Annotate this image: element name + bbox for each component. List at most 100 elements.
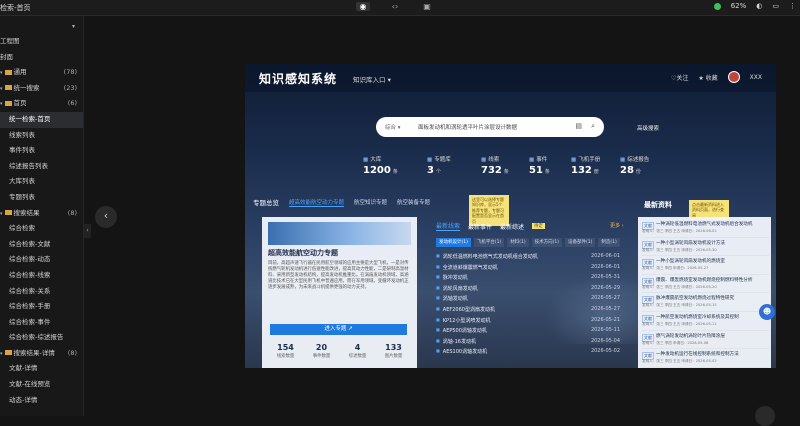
material-item[interactable]: 文献 燃气涡轮发动机涡轮叶片热障涂层 发明人：张三 李四 申请日：2026-05-0…	[642, 331, 769, 350]
filter-chip[interactable]: 发动机设计(1)	[436, 238, 471, 247]
sidebar-item[interactable]: 综合检索-文献	[0, 237, 83, 253]
status-dot-icon	[713, 2, 721, 10]
sidebar-item[interactable]: 综合检索-综述报告	[0, 330, 83, 346]
filter-chip[interactable]: 制造(1)	[598, 238, 620, 247]
chevron-down-icon[interactable]: ▾	[72, 23, 75, 30]
sidebar-item[interactable]: 综合检索-关系	[0, 284, 83, 300]
search-icon[interactable]: ⌕	[591, 122, 595, 131]
assistant-bot-icon[interactable]: ☻	[759, 304, 775, 320]
sidebar-item[interactable]: ▾ 统一搜索 (23)	[0, 81, 83, 97]
stat-label-text: 线索	[488, 157, 500, 163]
sidebar-item[interactable]: 线索列表	[0, 128, 83, 144]
sidebar-item[interactable]: 事件列表	[0, 143, 83, 159]
sidebar-item[interactable]: 动态-详情	[0, 393, 83, 409]
sidebar-item[interactable]: 大库列表	[0, 174, 83, 190]
caret-down-icon[interactable]: ▾	[0, 207, 3, 223]
material-item[interactable]: 文献 一种涡轮低温燃料电池燃气式发动机组合发动机 发明人：张三 李四 王五 申请日：…	[642, 219, 769, 238]
list-item[interactable]: 涡轮低温燃料电池燃气式发动机组合发动机 2026-06-01	[436, 251, 620, 262]
sidebar-item[interactable]: 专题列表	[0, 190, 83, 206]
material-item[interactable]: 文献 一种航空发动机燃烧室冷却系统及其控制 发明人：张三 李四 王五 申请日：202…	[642, 312, 769, 331]
avatar[interactable]	[727, 71, 740, 83]
filter-chip[interactable]: 材料(1)	[507, 238, 529, 247]
sidebar-item[interactable]: 综合检索-动态	[0, 252, 83, 268]
tab-topic-1[interactable]: 超高效能航空动力专题	[289, 198, 345, 207]
code-icon[interactable]: ‹›	[388, 2, 402, 11]
kpi-number: 20	[315, 343, 328, 352]
sidebar-item-label: 通用	[13, 68, 27, 77]
comment-icon[interactable]: ◉	[356, 2, 370, 11]
stat-item[interactable]: ▦ 飞机手册 132 册	[571, 155, 621, 176]
material-item[interactable]: 文献 爆震、爆轰燃烧室发动机燃烧控制燃料特性分析 发明人：张三 李四 王五 申请日：…	[642, 275, 769, 294]
search-scope-select[interactable]: 综合 ▾	[385, 123, 401, 131]
sidebar-item[interactable]: 综述报告列表	[0, 159, 83, 175]
collapse-sidebar-handle[interactable]: ‹	[84, 224, 91, 238]
list-item-date: 2026-05-11	[590, 327, 620, 334]
filter-chip[interactable]: 技术方向(1)	[531, 238, 562, 247]
sidebar-item[interactable]: ▾ 搜索结果-详情 (8)	[0, 346, 83, 362]
sidebar-item[interactable]: 文献-在线预览	[0, 377, 83, 393]
list-item[interactable]: 全流道斜爆震燃气发动机 2026-06-01	[436, 262, 620, 273]
sidebar-item[interactable]: 文献-详情	[0, 361, 83, 377]
material-item[interactable]: 文献 一种小型涡轮风扇发动机设计方法 发明人：张三 李四 王五 申请日：2026-0…	[642, 238, 769, 257]
collect-button[interactable]: ★ 收藏	[698, 73, 717, 82]
list-item[interactable]: KP12小型涡喷发动机 2026-05-21	[436, 315, 620, 326]
caret-down-icon[interactable]: ▾	[0, 66, 3, 82]
material-item[interactable]: 文献 一种小型涡轮风扇发动机的燃烧室 发明人：张三 李四 申请日：2026-05-2…	[642, 256, 769, 275]
caret-down-icon[interactable]: ▾	[0, 97, 3, 113]
stat-item[interactable]: ▦ 专题库 3 个	[427, 155, 477, 176]
stat-item[interactable]: ▦ 综述报告 28 份	[620, 155, 670, 176]
sidebar-item[interactable]: 综合检索-手册	[0, 299, 83, 315]
inspect-icon[interactable]: ▣	[420, 2, 434, 11]
favorite-button[interactable]: ♡关注	[671, 73, 688, 82]
material-item[interactable]: 文献 脉冲爆震航空发动机燃烧过程特性研究 发明人：张三 李四 王五 申请日：2026…	[642, 293, 769, 312]
caret-down-icon[interactable]: ▾	[0, 347, 3, 363]
sidebar-item[interactable]: 综合检索-事件	[0, 315, 83, 331]
next-page-button[interactable]	[755, 406, 775, 426]
username[interactable]: XXX	[750, 74, 762, 81]
enter-topic-button[interactable]: 进入专题 ↗	[270, 324, 407, 335]
stat-unit: 条	[503, 169, 509, 175]
sidebar-item[interactable]: ▾ 搜索结果 (8)	[0, 206, 83, 222]
list-item[interactable]: AEP500涡轴发动机 2026-05-11	[436, 325, 620, 336]
list-item[interactable]: AES100涡轴发动机 2026-05-02	[436, 346, 620, 357]
material-title: 一种小型涡轮风扇发动机设计方法	[656, 240, 725, 246]
window-layout-icon[interactable]: ▭	[772, 2, 779, 10]
list-item-title: 涡轴发动机	[442, 296, 468, 303]
library-entry-dropdown[interactable]: 知识库入口 ▾	[353, 74, 391, 84]
sidebar-item[interactable]: 综合检索	[0, 221, 83, 237]
chevron-left-icon: ‹	[103, 209, 109, 222]
material-item[interactable]: 文献 一种发动机运行在线控制系统和控制方法 发明人：张三 李四 王五 申请日：202…	[642, 349, 769, 368]
stat-item[interactable]: ▦ 线索 732 条	[481, 155, 531, 176]
list-item[interactable]: 涡轮风扇发动机 2026-05-29	[436, 283, 620, 294]
stat-item[interactable]: ▦ 大库 1200 条	[363, 155, 413, 176]
material-title: 一种小型涡轮风扇发动机的燃烧室	[656, 259, 725, 265]
prev-page-button[interactable]: ‹	[95, 206, 117, 228]
tab-latest-events[interactable]: 最新事件	[468, 222, 492, 231]
stat-unit: 份	[635, 169, 641, 175]
sidebar-item[interactable]: 统一检索-首页	[0, 111, 83, 128]
list-item[interactable]: AEF2060型涡扇发动机 2026-05-27	[436, 304, 620, 315]
tab-latest-reviews[interactable]: 最新综述	[500, 222, 524, 231]
sidebar-item[interactable]: 综合检索-线索	[0, 268, 83, 284]
sidebar-item[interactable]: 工程图	[0, 34, 83, 50]
stat-value: 28 份	[620, 165, 670, 176]
sidebar-item[interactable]: ▾ 通用 (78)	[0, 65, 83, 81]
tab-topic-3[interactable]: 航空装备专题	[397, 198, 430, 206]
list-item[interactable]: 脉冲发动机 2026-05-31	[436, 272, 620, 283]
more-link[interactable]: 更多 ›	[610, 222, 624, 229]
caret-down-icon[interactable]: ▾	[0, 82, 3, 98]
list-item[interactable]: 涡轴-16发动机 2026-05-04	[436, 336, 620, 347]
advanced-search-link[interactable]: 高级搜索	[637, 124, 659, 132]
tab-topic-2[interactable]: 航空知识专题	[354, 198, 387, 206]
search-input[interactable]: 面板发动机和涡轮透平叶片涂层设计数据	[418, 123, 517, 131]
stat-label-text: 专题库	[434, 157, 451, 163]
zoom-icon[interactable]: ◐	[756, 2, 762, 10]
list-item[interactable]: 涡轴发动机 2026-05-27	[436, 293, 620, 304]
tab-latest-clues[interactable]: 最新线索	[436, 221, 461, 231]
filter-chip[interactable]: 飞机平台(1)	[473, 238, 505, 247]
more-menu-icon[interactable]: ⋮	[789, 2, 796, 10]
folder-icon[interactable]: ▤	[575, 122, 582, 130]
sidebar-item[interactable]: 封面	[0, 50, 83, 66]
sidebar-item[interactable]: ▾ 首页 (6)	[0, 96, 83, 112]
filter-chip[interactable]: 设备部件(1)	[565, 238, 596, 247]
